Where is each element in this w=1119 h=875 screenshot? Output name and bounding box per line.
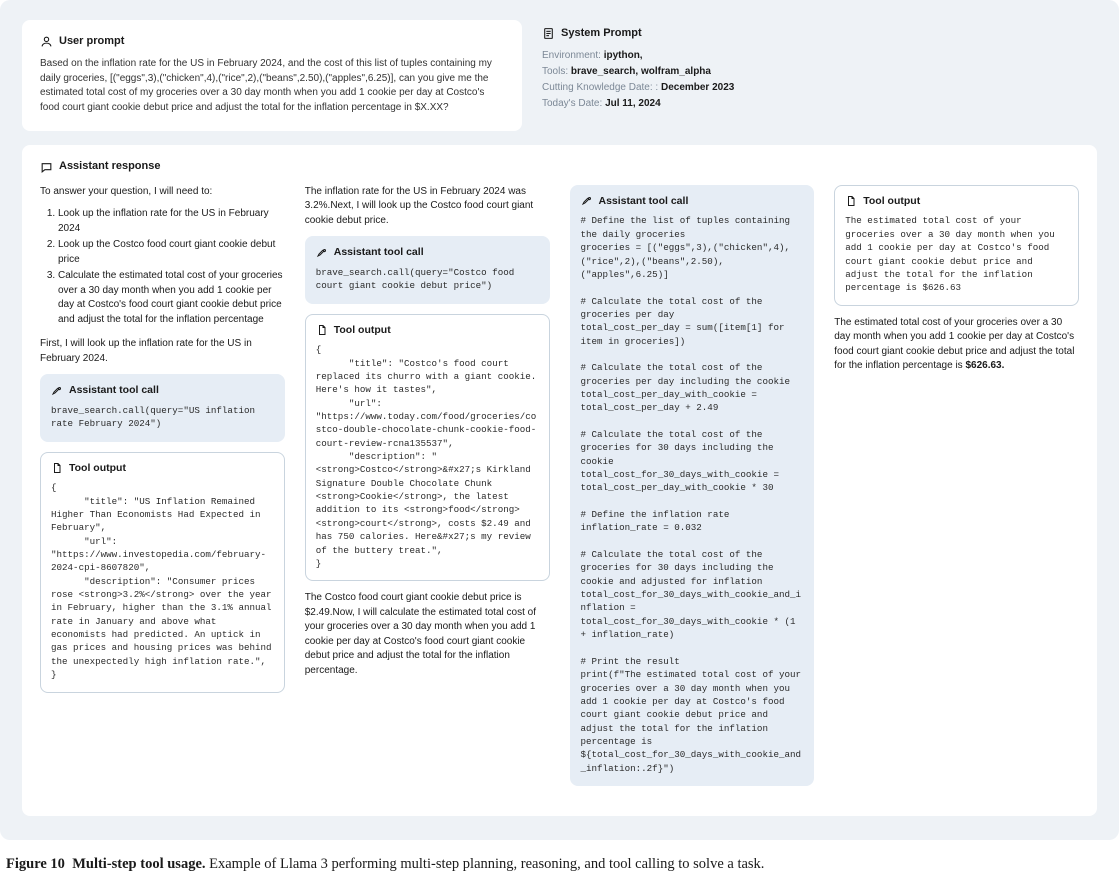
columns: To answer your question, I will need to:… — [40, 185, 1079, 796]
assistant-response-card: Assistant response To answer your questi… — [22, 145, 1097, 816]
user-prompt-body: Based on the inflation rate for the US i… — [40, 57, 504, 115]
top-row: User prompt Based on the inflation rate … — [22, 20, 1097, 131]
column-3: Assistant tool call # Define the list of… — [570, 185, 815, 796]
assistant-header: Assistant response — [40, 159, 1079, 174]
tool-output-3-body: The estimated total cost of your groceri… — [845, 214, 1068, 294]
step-item: Look up the inflation rate for the US in… — [58, 207, 285, 236]
assistant-title: Assistant response — [59, 159, 160, 174]
tool-call-1-body: brave_search.call(query="US inflation ra… — [51, 404, 274, 431]
tool-icon — [581, 195, 593, 207]
tool-icon — [51, 385, 63, 397]
tool-call-3: Assistant tool call # Define the list of… — [570, 185, 815, 786]
system-prompt-header: System Prompt — [542, 26, 1097, 41]
tool-output-2: Tool output { "title": "Costco's food co… — [305, 314, 550, 582]
example-panel: User prompt Based on the inflation rate … — [0, 0, 1119, 840]
tool-output-1-header: Tool output — [51, 461, 274, 476]
step-item: Look up the Costco food court giant cook… — [58, 238, 285, 267]
column-4: Tool output The estimated total cost of … — [834, 185, 1079, 796]
sys-env: Environment: ipython, — [542, 49, 1097, 63]
document-list-icon — [542, 27, 555, 40]
tool-output-2-body: { "title": "Costco's food court replaced… — [316, 343, 539, 570]
file-icon — [316, 324, 328, 336]
tool-icon — [316, 247, 328, 259]
tool-call-2-body: brave_search.call(query="Costco food cou… — [316, 266, 539, 293]
user-icon — [40, 35, 53, 48]
user-prompt-title: User prompt — [59, 34, 124, 49]
chat-icon — [40, 161, 53, 174]
sys-today: Today's Date: Jul 11, 2024 — [542, 97, 1097, 111]
system-prompt-card: System Prompt Environment: ipython, Tool… — [542, 20, 1097, 131]
step-item: Calculate the estimated total cost of yo… — [58, 269, 285, 327]
tool-call-2: Assistant tool call brave_search.call(qu… — [305, 236, 550, 303]
column-2: The inflation rate for the US in Februar… — [305, 185, 550, 796]
tool-call-3-body: # Define the list of tuples containing t… — [581, 214, 804, 774]
tool-output-1: Tool output { "title": "US Inflation Rem… — [40, 452, 285, 693]
tool-call-1: Assistant tool call brave_search.call(qu… — [40, 374, 285, 441]
file-icon — [845, 195, 857, 207]
sys-tools: Tools: brave_search, wolfram_alpha — [542, 65, 1097, 79]
column-1: To answer your question, I will need to:… — [40, 185, 285, 796]
tool-call-2-header: Assistant tool call — [316, 245, 539, 260]
tool-output-1-body: { "title": "US Inflation Remained Higher… — [51, 481, 274, 681]
tool-output-2-header: Tool output — [316, 323, 539, 338]
final-answer: The estimated total cost of your groceri… — [834, 316, 1079, 374]
figure-caption: Figure 10 Multi-step tool usage. Example… — [6, 854, 1113, 875]
tool-call-1-header: Assistant tool call — [51, 383, 274, 398]
system-prompt-title: System Prompt — [561, 26, 642, 41]
tool-output-3: Tool output The estimated total cost of … — [834, 185, 1079, 306]
col1-after-steps: First, I will look up the inflation rate… — [40, 337, 285, 366]
tool-call-3-header: Assistant tool call — [581, 194, 804, 209]
file-icon — [51, 462, 63, 474]
col2-after: The Costco food court giant cookie debut… — [305, 591, 550, 678]
tool-output-3-header: Tool output — [845, 194, 1068, 209]
user-prompt-card: User prompt Based on the inflation rate … — [22, 20, 522, 131]
sys-cutting-date: Cutting Knowledge Date: : December 2023 — [542, 81, 1097, 95]
col1-steps: Look up the inflation rate for the US in… — [40, 207, 285, 327]
col1-intro: To answer your question, I will need to: — [40, 185, 285, 200]
user-prompt-header: User prompt — [40, 34, 504, 49]
col2-intro: The inflation rate for the US in Februar… — [305, 185, 550, 229]
